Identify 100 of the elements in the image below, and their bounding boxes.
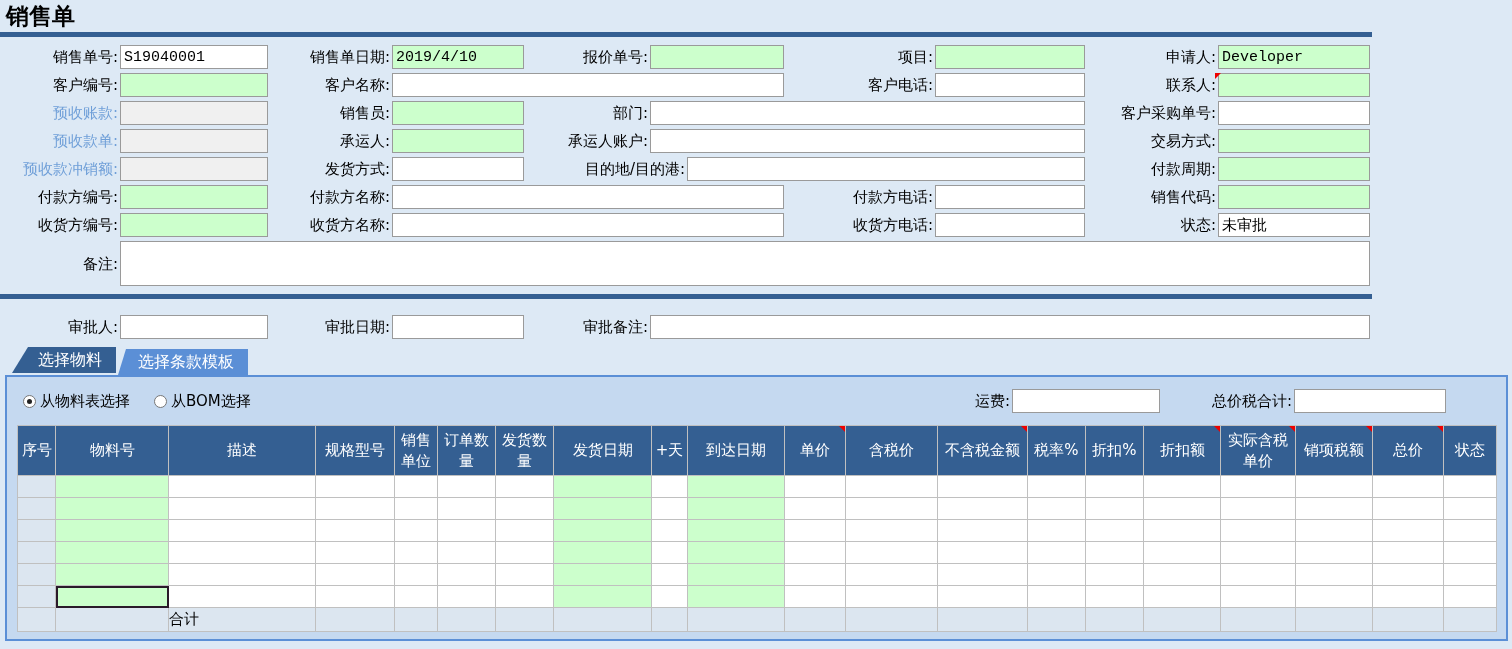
table-cell	[17, 541, 56, 564]
text-field[interactable]	[1218, 185, 1370, 209]
text-field[interactable]	[935, 185, 1085, 209]
text-field[interactable]	[392, 101, 524, 125]
radio-button-icon[interactable]	[23, 394, 36, 408]
remarks-field[interactable]	[120, 241, 1370, 286]
field-label: 收货方名称:	[308, 215, 391, 236]
field-label: 预收款单:	[51, 131, 119, 152]
text-field[interactable]	[120, 185, 268, 209]
field-label: 目的地/目的港:	[583, 159, 686, 180]
field-label: 发货方式:	[323, 159, 391, 180]
column-header: 序号	[17, 425, 56, 476]
column-header: 不含税金额	[937, 425, 1028, 476]
page-title: 销售单	[4, 2, 76, 31]
field-label: 运费:	[973, 391, 1011, 412]
field-label: 交易方式:	[1149, 131, 1217, 152]
field-label: 收货方编号:	[36, 215, 119, 236]
text-field[interactable]: 2019/4/10	[392, 45, 524, 69]
column-header: +天	[651, 425, 688, 476]
table-cell[interactable]	[168, 497, 316, 520]
column-header: 实际含税单价	[1220, 425, 1296, 476]
field-label: 预收账款:	[51, 103, 119, 124]
column-header: 发货日期	[553, 425, 652, 476]
text-field[interactable]	[935, 213, 1085, 237]
text-field[interactable]	[392, 185, 784, 209]
field-label: 预收款冲销额:	[21, 159, 119, 180]
table-cell[interactable]	[168, 563, 316, 586]
field-label: 承运人:	[338, 131, 391, 152]
field-label: 付款方电话:	[851, 187, 934, 208]
text-field[interactable]	[1294, 389, 1446, 413]
field-label: 报价单号:	[581, 47, 649, 68]
column-header: 状态	[1443, 425, 1497, 476]
field-label: 审批日期:	[323, 317, 391, 338]
text-field[interactable]	[392, 213, 784, 237]
field-label: 收货方电话:	[851, 215, 934, 236]
field-label: 销售代码:	[1149, 187, 1217, 208]
field-label: 总价税合计:	[1210, 391, 1293, 412]
text-field[interactable]	[1218, 157, 1370, 181]
text-field[interactable]	[120, 315, 268, 339]
text-field[interactable]	[392, 73, 784, 97]
radio-option[interactable]: 从BOM选择	[154, 389, 251, 413]
text-field[interactable]	[120, 73, 268, 97]
field-label: 项目:	[896, 47, 934, 68]
field-label: 客户采购单号:	[1119, 103, 1217, 124]
field-label: 审批人:	[66, 317, 119, 338]
column-header: 含税价	[845, 425, 938, 476]
column-header: 描述	[168, 425, 316, 476]
column-header: 总价	[1372, 425, 1444, 476]
text-field[interactable]	[650, 129, 1085, 153]
column-header: 单价	[784, 425, 846, 476]
radio-button-icon[interactable]	[154, 394, 167, 408]
column-header: 折扣额	[1143, 425, 1221, 476]
text-field[interactable]	[935, 73, 1085, 97]
text-field[interactable]	[650, 101, 1085, 125]
text-field[interactable]	[120, 157, 268, 181]
column-header: 销项税额	[1295, 425, 1373, 476]
text-field[interactable]	[935, 45, 1085, 69]
text-field[interactable]	[120, 213, 268, 237]
field-label: 承运人账户:	[566, 131, 649, 152]
text-field[interactable]	[1012, 389, 1160, 413]
text-field[interactable]	[650, 315, 1370, 339]
field-label: 销售单日期:	[308, 47, 391, 68]
column-header: 物料号	[55, 425, 169, 476]
field-label: 客户名称:	[323, 75, 391, 96]
column-header: 折扣%	[1085, 425, 1144, 476]
field-label: 付款周期:	[1149, 159, 1217, 180]
field-label: 付款方编号:	[36, 187, 119, 208]
text-field[interactable]: S19040001	[120, 45, 268, 69]
text-field[interactable]: 未审批	[1218, 213, 1370, 237]
field-label: 审批备注:	[581, 317, 649, 338]
column-header: 销售单位	[394, 425, 438, 476]
field-label: 状态:	[1179, 215, 1217, 236]
field-label: 销售员:	[338, 103, 391, 124]
text-field[interactable]: Developer	[1218, 45, 1370, 69]
radio-option[interactable]: 从物料表选择	[23, 389, 130, 413]
tab[interactable]: 选择物料	[12, 347, 116, 373]
table-cell[interactable]	[168, 475, 316, 498]
table-cell[interactable]	[168, 541, 316, 564]
text-field[interactable]	[392, 157, 524, 181]
text-field[interactable]	[1218, 101, 1370, 125]
table-cell	[17, 585, 56, 608]
column-header: 到达日期	[687, 425, 785, 476]
text-field[interactable]	[1218, 73, 1370, 97]
table-cell	[17, 497, 56, 520]
column-header: 发货数量	[495, 425, 554, 476]
field-label: 客户编号:	[51, 75, 119, 96]
field-label: 部门:	[611, 103, 649, 124]
field-label: 申请人:	[1164, 47, 1217, 68]
table-cell	[17, 563, 56, 586]
text-field[interactable]	[392, 315, 524, 339]
table-cell[interactable]	[168, 585, 316, 608]
text-field[interactable]	[1218, 129, 1370, 153]
text-field[interactable]	[120, 129, 268, 153]
text-field[interactable]	[120, 101, 268, 125]
text-field[interactable]	[392, 129, 524, 153]
table-cell	[17, 475, 56, 498]
text-field[interactable]	[650, 45, 784, 69]
total-label: 合计	[169, 610, 199, 628]
text-field[interactable]	[687, 157, 1085, 181]
table-cell[interactable]	[168, 519, 316, 542]
